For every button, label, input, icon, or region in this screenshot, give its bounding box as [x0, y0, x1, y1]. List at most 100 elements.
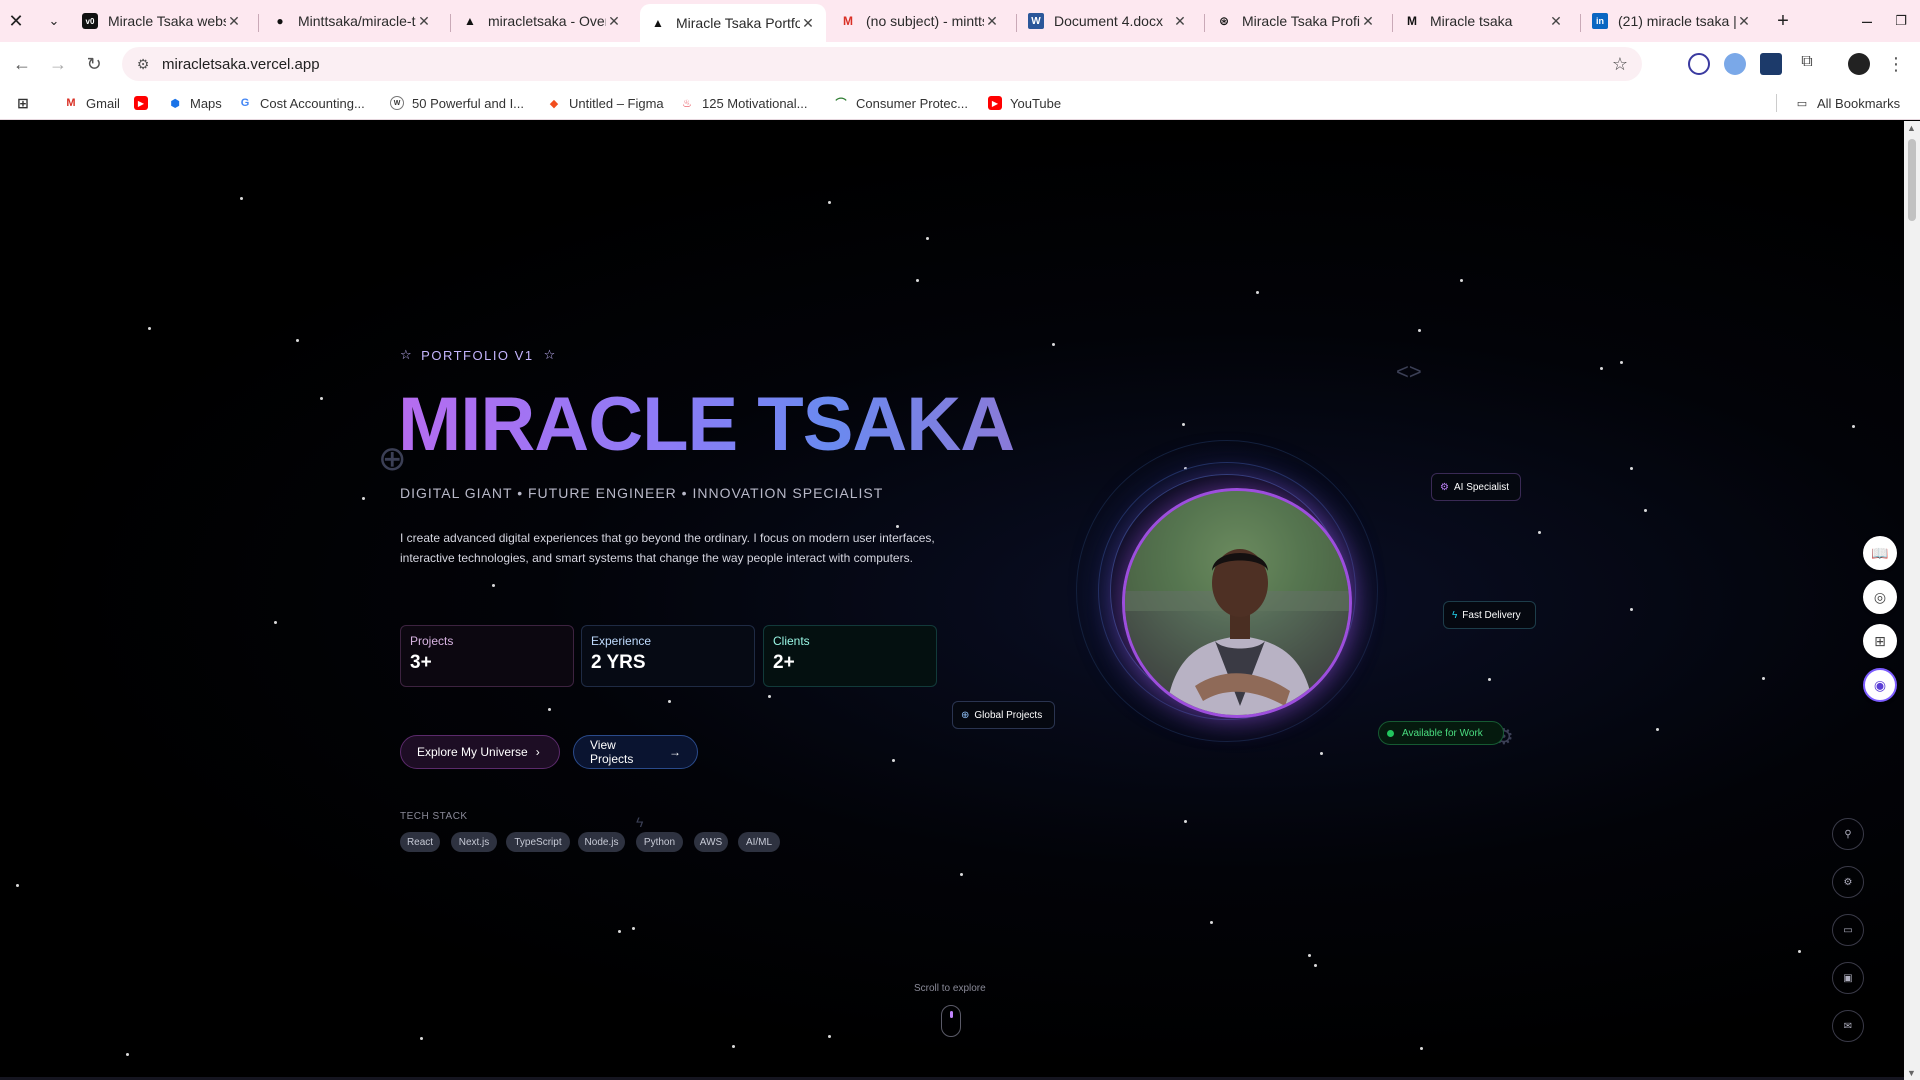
book-widget-button[interactable]: 📖: [1863, 536, 1897, 570]
star-dot: [828, 1035, 831, 1038]
vercel-v0-icon: v0: [82, 13, 98, 29]
mail-icon: ✉: [1843, 1020, 1853, 1032]
bookmark-cost-accounting[interactable]: G Cost Accounting...: [238, 94, 365, 112]
cpu-icon: ⚙: [1440, 481, 1449, 493]
nav-contact[interactable]: ✉: [1832, 1010, 1864, 1042]
extension-icon[interactable]: [1760, 53, 1782, 75]
site-icon: W: [390, 96, 404, 110]
youtube-icon: ▶: [988, 96, 1002, 110]
star-dot: [1256, 291, 1259, 294]
stat-value: 2+: [773, 652, 795, 673]
badge-text: PORTFOLIO V1: [421, 347, 534, 363]
scroll-down-arrow-icon[interactable]: ▼: [1907, 1068, 1916, 1078]
bookmark-maps[interactable]: ⬢ Maps: [168, 94, 222, 112]
tab-0[interactable]: v0 Miracle Tsaka websi ✕: [72, 6, 252, 36]
star-dot: [1620, 361, 1623, 364]
tab-5[interactable]: W Document 4.docx ✕: [1018, 6, 1198, 36]
close-tab-icon[interactable]: ✕: [606, 13, 622, 30]
close-tab-icon[interactable]: ✕: [226, 13, 242, 30]
page-scrollbar[interactable]: ▲ ▼: [1904, 121, 1920, 1080]
close-window-icon[interactable]: ✕: [4, 9, 28, 33]
star-icon: ☆: [543, 347, 557, 362]
address-bar[interactable]: ⚙ miracletsaka.vercel.app ☆: [122, 47, 1642, 81]
apps-grid-icon[interactable]: ⊞: [16, 94, 38, 112]
tab-1[interactable]: ● Minttsaka/miracle-t ✕: [262, 6, 442, 36]
tab-2[interactable]: ▲ miracletsaka - Overv ✕: [452, 6, 632, 36]
restore-icon[interactable]: ❐: [1889, 9, 1913, 33]
tab-3-active[interactable]: ▲ Miracle Tsaka Portfo ✕: [640, 4, 826, 42]
close-tab-icon[interactable]: ✕: [1548, 13, 1564, 30]
star-dot: [1320, 752, 1323, 755]
bookmark-125-motivational[interactable]: ♨ 125 Motivational...: [680, 94, 808, 112]
word-icon: W: [1028, 13, 1044, 29]
star-dot: [1420, 1047, 1423, 1050]
nav-skills[interactable]: ⚙: [1832, 866, 1864, 898]
menu-dots-icon[interactable]: ⋮: [1884, 52, 1908, 76]
back-icon[interactable]: ←: [10, 52, 34, 76]
bookmark-youtube-2[interactable]: ▶ YouTube: [988, 94, 1061, 112]
star-dot: [892, 759, 895, 762]
hero-intro: I create advanced digital experiences th…: [400, 531, 935, 565]
nav-experience[interactable]: ▣: [1832, 962, 1864, 994]
extension-icon[interactable]: [1688, 53, 1710, 75]
new-tab-icon[interactable]: +: [1771, 9, 1795, 33]
scroll-hint: Scroll to explore: [914, 983, 986, 994]
figma-icon: ◆: [549, 97, 559, 110]
star-dot: [1418, 329, 1421, 332]
view-projects-button[interactable]: View Projects →: [573, 735, 698, 769]
bookmark-50-powerful[interactable]: W 50 Powerful and I...: [390, 94, 524, 112]
grid-widget-button[interactable]: ⊞: [1863, 624, 1897, 658]
bookmark-label: 125 Motivational...: [702, 95, 808, 111]
assistant-widget-button[interactable]: ◉: [1863, 668, 1897, 702]
tab-6[interactable]: ⊛ Miracle Tsaka Profil ✕: [1206, 6, 1386, 36]
close-tab-icon[interactable]: ✕: [984, 13, 1000, 30]
site-info-icon[interactable]: ⚙: [128, 49, 158, 79]
close-tab-icon[interactable]: ✕: [416, 13, 432, 30]
star-dot: [296, 339, 299, 342]
stat-card-projects: Projects 3+: [400, 625, 574, 687]
scrollbar-thumb[interactable]: [1908, 139, 1916, 221]
google-icon: G: [240, 97, 250, 109]
bookmark-label: Untitled – Figma: [569, 95, 664, 111]
close-tab-icon[interactable]: ✕: [1360, 13, 1376, 30]
star-dot: [320, 397, 323, 400]
profile-avatar[interactable]: [1848, 53, 1870, 75]
close-tab-icon[interactable]: ✕: [1172, 13, 1188, 30]
bookmark-youtube[interactable]: ▶: [134, 94, 156, 112]
tab-8[interactable]: in (21) miracle tsaka | l ✕: [1582, 6, 1762, 36]
badge-text: Global Projects: [974, 709, 1043, 721]
forward-icon[interactable]: →: [46, 52, 70, 76]
extension-icon[interactable]: [1724, 53, 1746, 75]
bookmark-figma[interactable]: ◆ Untitled – Figma: [547, 94, 664, 112]
explore-universe-button[interactable]: Explore My Universe ›: [400, 735, 560, 769]
target-widget-button[interactable]: ◎: [1863, 580, 1897, 614]
close-tab-icon[interactable]: ✕: [800, 15, 816, 32]
nav-about[interactable]: ⚲: [1832, 818, 1864, 850]
bookmark-consumer-protec[interactable]: ⌒ Consumer Protec...: [834, 94, 969, 112]
star-dot: [1182, 423, 1185, 426]
tab-4[interactable]: M (no subject) - mintts ✕: [830, 6, 1010, 36]
reload-icon[interactable]: ↻: [82, 52, 106, 76]
star-dot: [1460, 279, 1463, 282]
star-dot: [828, 201, 831, 204]
nav-projects[interactable]: ▭: [1832, 914, 1864, 946]
bookmark-gmail[interactable]: M Gmail: [64, 94, 120, 112]
briefcase-icon: ▣: [1843, 972, 1853, 984]
available-for-work-badge: Available for Work: [1378, 721, 1504, 745]
star-dot: [1052, 343, 1055, 346]
openai-icon: ⊛: [1218, 14, 1230, 28]
linkedin-icon: in: [1592, 13, 1608, 29]
extensions-puzzle-icon[interactable]: ⧉: [1796, 53, 1818, 75]
scroll-up-arrow-icon[interactable]: ▲: [1907, 123, 1916, 133]
close-tab-icon[interactable]: ✕: [1736, 13, 1752, 30]
bookmark-star-icon[interactable]: ☆: [1612, 54, 1628, 75]
tab-strip: ✕ ⌄ v0 Miracle Tsaka websi ✕ ● Minttsaka…: [0, 0, 1920, 42]
star-dot: [668, 700, 671, 703]
minimize-icon[interactable]: –: [1855, 9, 1879, 33]
all-bookmarks[interactable]: ▭ All Bookmarks: [1795, 94, 1900, 112]
tech-chip: React: [400, 832, 440, 852]
stat-card-clients: Clients 2+: [763, 625, 937, 687]
tab-7[interactable]: M Miracle tsaka ✕: [1394, 6, 1574, 36]
tech-chip: Python: [636, 832, 683, 852]
tab-search-chevron-icon[interactable]: ⌄: [42, 9, 66, 33]
